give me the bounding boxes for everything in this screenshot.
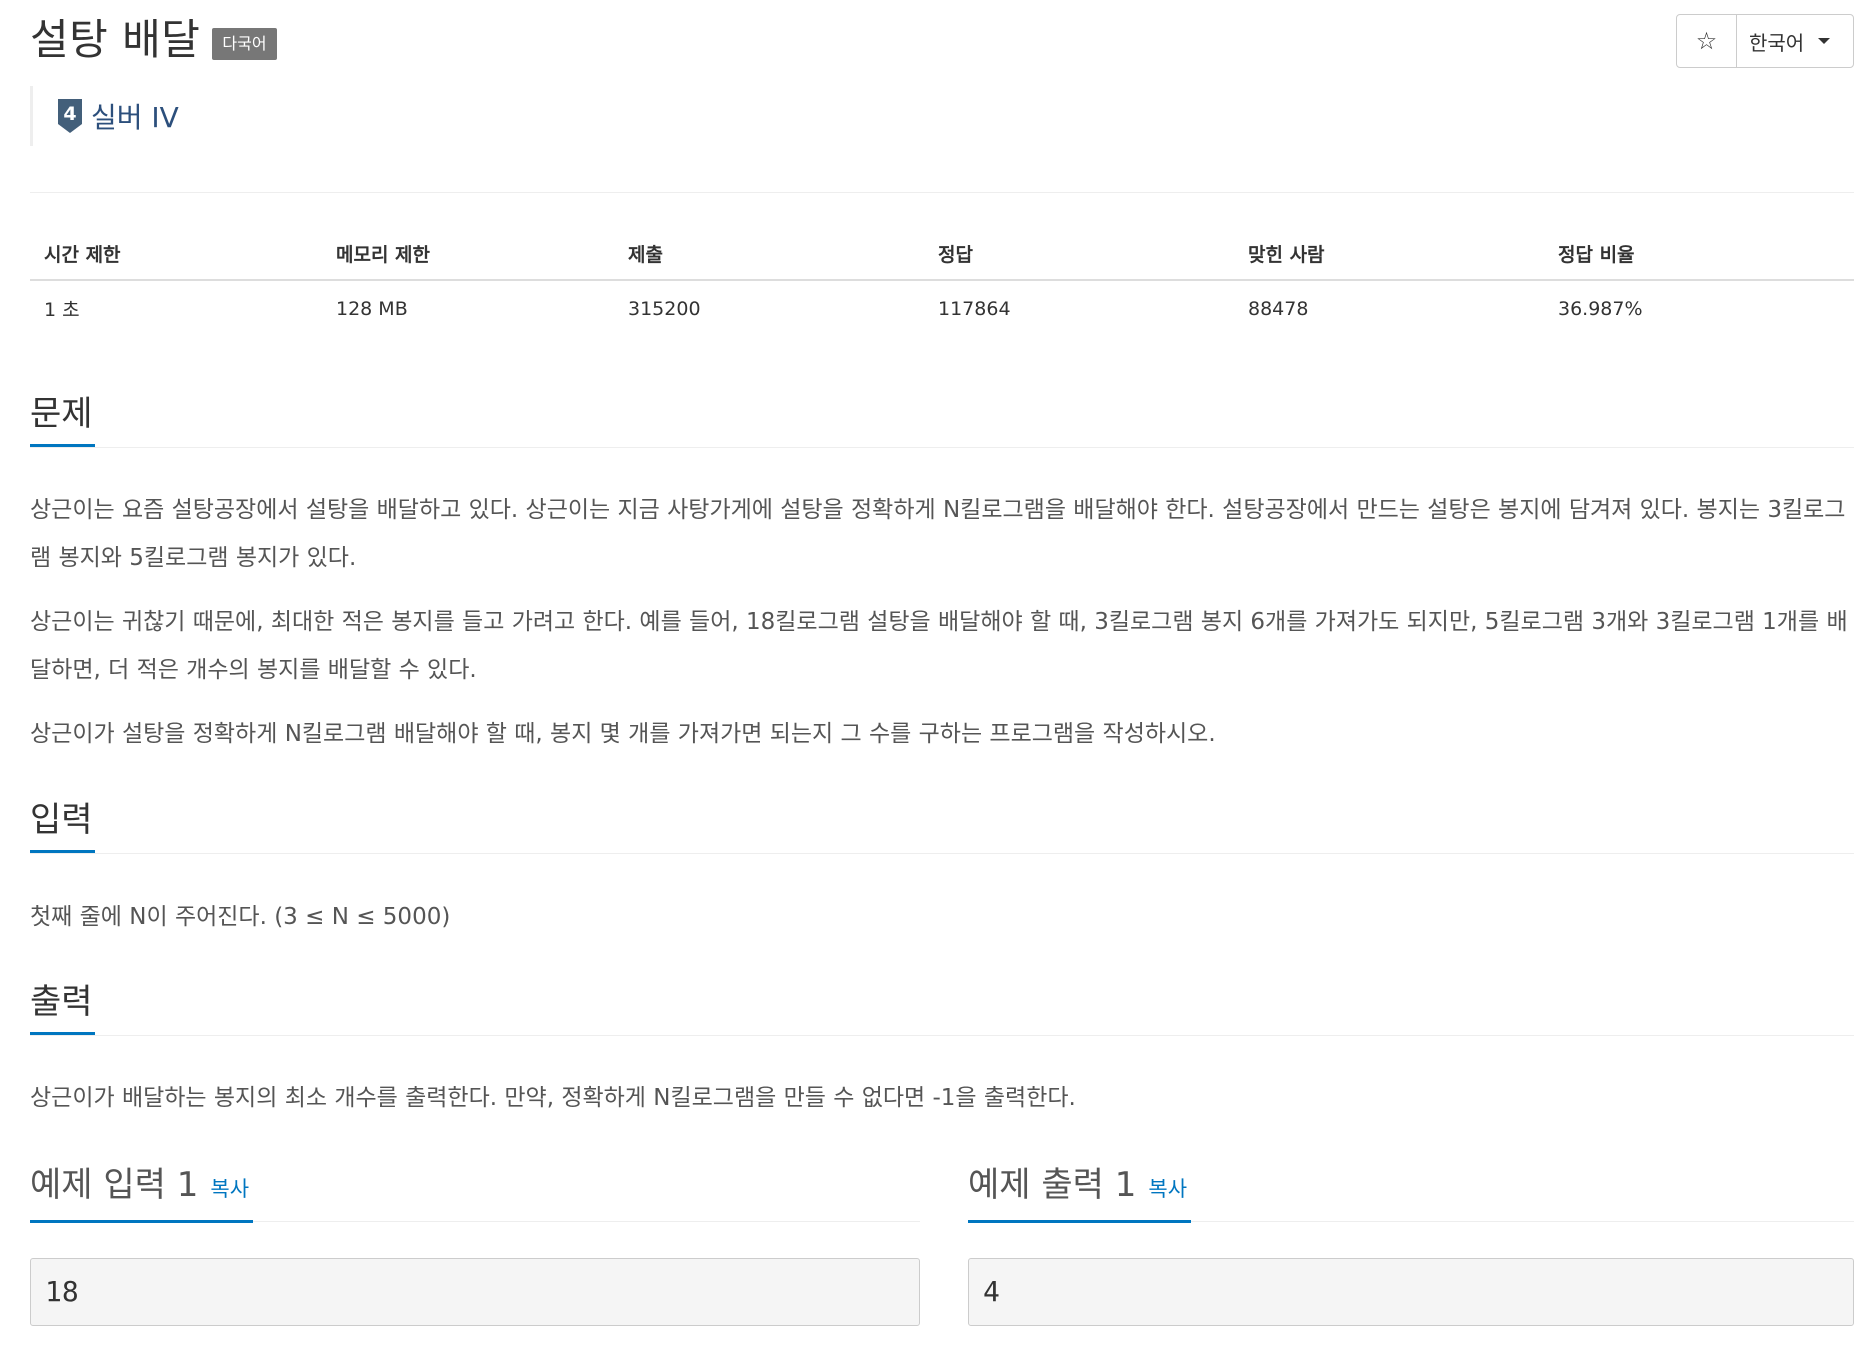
silver-tier-icon: 4: [58, 99, 82, 133]
multilang-badge[interactable]: 다국어: [212, 28, 277, 60]
sample-output-heading-wrap: 예제 출력 1 복사: [968, 1154, 1192, 1223]
header-accept-ratio: 정답 비율: [1544, 228, 1854, 281]
sample-output-header: 예제 출력 1 복사: [968, 1154, 1854, 1223]
sample-output-box[interactable]: 4: [968, 1258, 1854, 1326]
description-section-header: 문제: [30, 384, 1854, 448]
table-header-row: 시간 제한 메모리 제한 제출 정답 맞힌 사람 정답 비율: [30, 228, 1854, 281]
description-paragraph-1: 상근이는 요즘 설탕공장에서 설탕을 배달하고 있다. 상근이는 지금 사탕가게…: [30, 497, 1846, 571]
divider: [30, 192, 1854, 193]
input-section-header: 입력: [30, 790, 1854, 854]
header-memory-limit: 메모리 제한: [322, 228, 614, 281]
sample-input-heading-wrap: 예제 입력 1 복사: [30, 1154, 254, 1223]
value-accepted[interactable]: 117864: [924, 280, 1234, 336]
sample-input-header: 예제 입력 1 복사: [30, 1154, 920, 1223]
copy-input-button[interactable]: 복사: [210, 1177, 249, 1201]
language-dropdown[interactable]: 한국어: [1737, 15, 1853, 67]
value-memory-limit: 128 MB: [336, 297, 408, 320]
favorite-button[interactable]: ☆: [1677, 15, 1737, 67]
sample-input-box[interactable]: 18: [30, 1258, 920, 1326]
sample-output-heading: 예제 출력 1: [968, 1165, 1137, 1205]
problem-title: 설탕 배달: [30, 15, 201, 64]
value-solvers[interactable]: 88478: [1234, 280, 1544, 336]
header-solvers: 맞힌 사람: [1234, 228, 1544, 281]
table-row: 1 초 128 MB 315200 117864 88478 36.987%: [30, 280, 1854, 336]
output-description: 상근이가 배달하는 봉지의 최소 개수를 출력한다. 만약, 정확하게 N킬로그…: [30, 1085, 1076, 1111]
output-section-header: 출력: [30, 972, 1854, 1036]
description-paragraph-2: 상근이는 귀찮기 때문에, 최대한 적은 봉지를 들고 가려고 한다. 예를 들…: [30, 609, 1848, 683]
problem-info-table: 시간 제한 메모리 제한 제출 정답 맞힌 사람 정답 비율 1 초 128 M…: [30, 228, 1854, 336]
tier-block: 4 실버 IV: [30, 86, 179, 146]
description-heading: 문제: [30, 384, 95, 447]
value-submissions[interactable]: 315200: [614, 280, 924, 336]
header-button-group: ☆ 한국어: [1676, 14, 1854, 68]
input-description: 첫째 줄에 N이 주어진다. (3 ≤ N ≤ 5000): [30, 904, 451, 930]
input-heading: 입력: [30, 790, 95, 853]
header-time-limit: 시간 제한: [30, 228, 322, 281]
tier-number: 4: [63, 103, 76, 125]
header-accepted: 정답: [924, 228, 1234, 281]
value-time-limit: 1 초: [44, 299, 80, 321]
header-submissions: 제출: [614, 228, 924, 281]
language-label: 한국어: [1749, 30, 1805, 55]
value-accept-ratio: 36.987%: [1558, 297, 1643, 320]
description-paragraph-3: 상근이가 설탕을 정확하게 N킬로그램 배달해야 할 때, 봉지 몇 개를 가져…: [30, 721, 1216, 747]
output-heading: 출력: [30, 972, 95, 1035]
star-outline-icon: ☆: [1695, 27, 1718, 55]
tier-label[interactable]: 실버 IV: [91, 96, 179, 136]
copy-output-button[interactable]: 복사: [1148, 1177, 1187, 1201]
caret-down-icon: [1818, 38, 1831, 44]
sample-input-heading: 예제 입력 1: [30, 1165, 199, 1205]
problem-header: 설탕 배달 다국어: [30, 14, 277, 66]
